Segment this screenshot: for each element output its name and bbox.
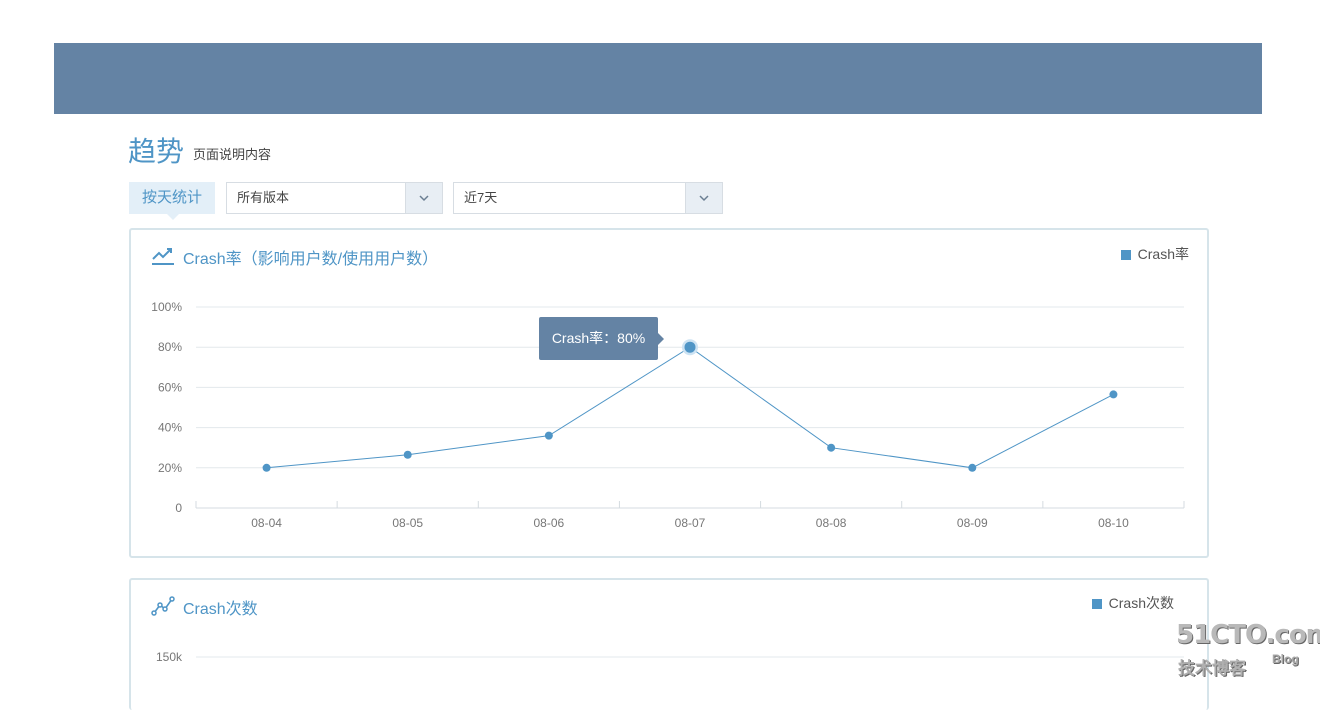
y-tick-label: 100% xyxy=(151,300,182,314)
data-point xyxy=(403,450,412,459)
x-tick-label: 08-09 xyxy=(957,516,988,530)
watermark-blog: Blog xyxy=(1272,652,1299,666)
crash-count-panel: Crash次数 Crash次数 xyxy=(129,578,1209,710)
crash-count-legend-label: Crash次数 xyxy=(1108,595,1174,611)
crash-rate-tooltip: Crash率：80% xyxy=(539,317,664,360)
x-tick-label: 08-05 xyxy=(392,516,423,530)
data-point xyxy=(544,431,553,440)
x-tick-label: 08-06 xyxy=(534,516,565,530)
x-tick-label: 08-10 xyxy=(1098,516,1129,530)
y-tick-label: 60% xyxy=(158,380,182,394)
data-point xyxy=(262,463,271,472)
crash-count-title: Crash次数 xyxy=(183,601,258,618)
watermark-sub: 技术博客 xyxy=(1178,659,1246,678)
crash-count-legend[interactable]: Crash次数 xyxy=(1091,593,1174,613)
y-tick-label: 20% xyxy=(158,461,182,475)
x-tick-label: 08-04 xyxy=(251,516,282,530)
y-tick-label: 80% xyxy=(158,340,182,354)
y-tick-label: 40% xyxy=(158,421,182,435)
x-tick-label: 08-08 xyxy=(816,516,847,530)
watermark: 51CTO.com 技术博客 Blog xyxy=(1176,620,1320,680)
data-point xyxy=(827,443,836,452)
y-tick-label: 0 xyxy=(175,501,182,515)
data-point xyxy=(968,463,977,472)
data-point-highlighted xyxy=(684,341,696,353)
legend-swatch xyxy=(1091,599,1102,609)
series-line-crash-rate xyxy=(266,346,1114,469)
line-chart-nodes-icon xyxy=(151,596,175,616)
watermark-main: 51CTO.com xyxy=(1176,620,1320,650)
x-tick-label: 08-07 xyxy=(675,516,706,530)
data-point xyxy=(1109,390,1118,399)
